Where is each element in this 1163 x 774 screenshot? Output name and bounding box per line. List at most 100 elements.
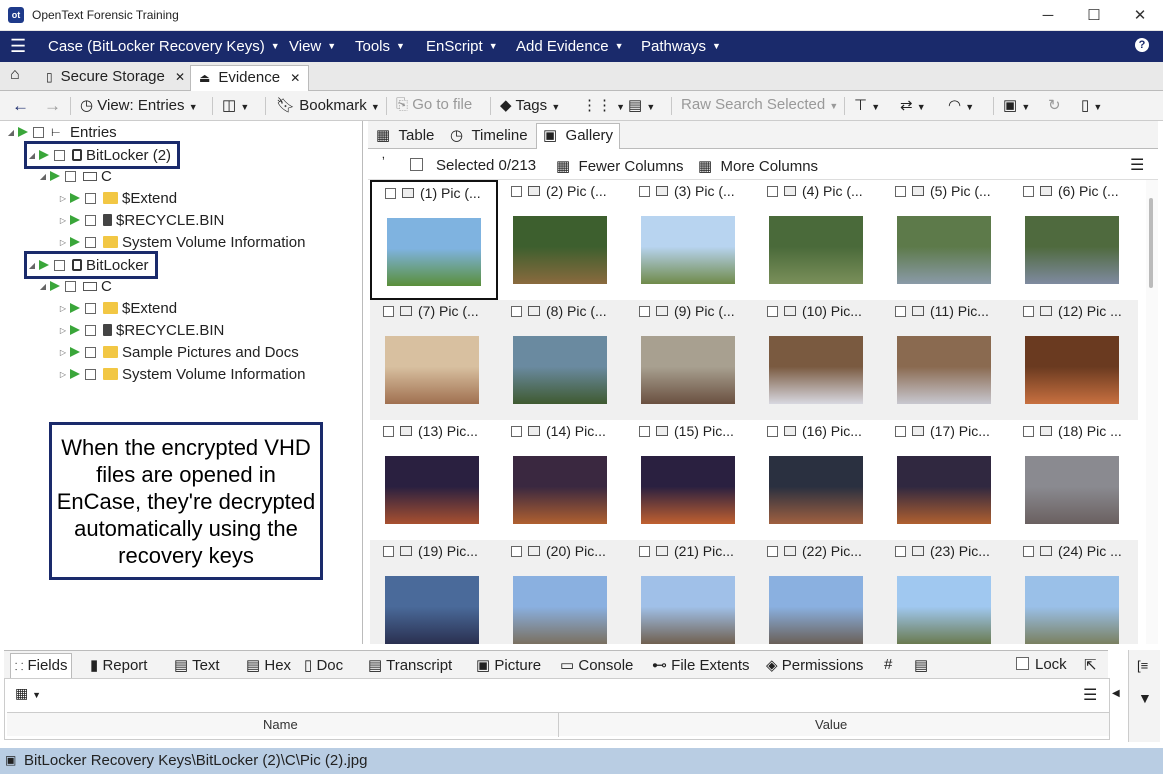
filter-icon[interactable]: ▼ (1138, 690, 1152, 706)
tree-item-recycle-bin[interactable]: ▷ $RECYCLE.BIN (58, 319, 224, 341)
gallery-item[interactable]: (7) Pic (... (370, 300, 498, 420)
gallery-thumbnail[interactable] (513, 216, 607, 284)
popout-icon[interactable]: ⇱ (1084, 656, 1097, 674)
maximize-button[interactable]: ☐ (1071, 0, 1117, 31)
collapse-left-icon[interactable]: ◀ (1112, 688, 1120, 699)
gauge-icon[interactable]: ◠ ▼ (948, 96, 974, 114)
checkbox[interactable] (54, 259, 65, 271)
refresh-icon[interactable]: ↻ (1048, 96, 1061, 114)
gallery-item-checkbox[interactable] (383, 425, 394, 437)
home-icon[interactable]: ⌂ (10, 66, 20, 84)
more-columns-button[interactable]: ▦ More Columns (698, 157, 818, 175)
menu-pathways[interactable]: Pathways ▼ (641, 38, 721, 55)
bookmark-dropdown[interactable]: 🔖︎ Bookmark ▼ (276, 96, 380, 114)
tab-file-extents[interactable]: ⊷ File Extents (652, 656, 750, 674)
gallery-item-checkbox[interactable] (1023, 185, 1034, 197)
gallery-item[interactable]: (10) Pic... (754, 300, 882, 420)
gallery-thumbnail[interactable] (513, 456, 607, 524)
gallery-item[interactable]: (18) Pic ... (1010, 420, 1138, 540)
expand-arrow-icon[interactable]: ▷ (58, 370, 68, 379)
gallery-thumbnail[interactable] (897, 336, 991, 404)
gallery-item[interactable]: (12) Pic ... (1010, 300, 1138, 420)
gallery-item-checkbox[interactable] (1023, 305, 1034, 317)
expand-arrow-icon[interactable]: ▷ (58, 304, 68, 313)
gallery-thumbnail[interactable] (769, 456, 863, 524)
gallery-item-checkbox[interactable] (1023, 545, 1034, 557)
gallery-item-checkbox[interactable] (767, 545, 778, 557)
menu-icon[interactable]: ☰ (1130, 155, 1144, 175)
gallery-item[interactable]: (9) Pic (... (626, 300, 754, 420)
checkbox[interactable] (85, 324, 96, 336)
grid-options-icon[interactable]: ⋮⋮ ▼ (582, 96, 625, 114)
gallery-item-checkbox[interactable] (895, 545, 906, 557)
gallery-thumbnail[interactable] (897, 456, 991, 524)
gallery-item[interactable]: (11) Pic... (882, 300, 1010, 420)
expand-arrow-icon[interactable]: ▷ (58, 194, 68, 203)
gallery-item-checkbox[interactable] (767, 305, 778, 317)
tree-item-extend[interactable]: ▷ $Extend (58, 187, 177, 209)
tree-item-c-drive[interactable]: ◢ C (38, 165, 112, 187)
expand-arrow-icon[interactable]: ▷ (58, 216, 68, 225)
gallery-item-checkbox[interactable] (1023, 425, 1034, 437)
checkbox[interactable] (85, 192, 96, 204)
gallery-item[interactable]: (3) Pic (... (626, 180, 754, 300)
tab-timeline[interactable]: ◷ Timeline (450, 126, 528, 144)
menu-view[interactable]: View ▼ (289, 38, 336, 55)
tab-evidence[interactable]: ⏏ Evidence ✕ (190, 65, 310, 91)
gallery-thumbnail[interactable] (385, 336, 479, 404)
hash-icon[interactable]: # (884, 656, 892, 673)
gallery-thumbnail[interactable] (513, 576, 607, 644)
tree-item-c-drive[interactable]: ◢ C (38, 275, 112, 297)
tab-hex[interactable]: ▤ Hex (246, 656, 291, 674)
gallery-thumbnail[interactable] (641, 576, 735, 644)
gallery-item-checkbox[interactable] (639, 545, 650, 557)
report-icon[interactable]: ▤ ▼ (628, 96, 655, 114)
lock-checkbox[interactable]: Lock (1016, 656, 1067, 673)
tab-secure-storage[interactable]: ▯ Secure Storage ✕ (38, 65, 193, 91)
fewer-columns-button[interactable]: ▦ Fewer Columns (556, 157, 684, 175)
layout-split-icon[interactable]: ◫ ▼ (222, 96, 249, 114)
gallery-item-checkbox[interactable] (639, 425, 650, 437)
select-all-checkbox[interactable] (410, 158, 423, 174)
gallery-thumbnail[interactable] (1025, 336, 1119, 404)
tab-transcript[interactable]: ▤ Transcript (368, 656, 452, 674)
gallery-item-checkbox[interactable] (767, 185, 778, 197)
gallery-item[interactable]: (5) Pic (... (882, 180, 1010, 300)
gallery-item[interactable]: (1) Pic (... (370, 180, 498, 300)
scroll-thumb[interactable] (1149, 198, 1153, 288)
gallery-thumbnail[interactable] (769, 216, 863, 284)
close-window-button[interactable]: ✕ (1117, 0, 1163, 31)
gallery-thumbnail[interactable] (1025, 216, 1119, 284)
vertical-scrollbar[interactable] (1146, 180, 1158, 644)
tab-gallery[interactable]: ▣ Gallery (536, 123, 621, 149)
collapse-arrow-icon[interactable]: ◢ (38, 172, 48, 181)
menu-add-evidence[interactable]: Add Evidence ▼ (516, 38, 624, 55)
share-icon[interactable]: ⇄ ▼ (900, 96, 926, 114)
gallery-item-checkbox[interactable] (895, 185, 906, 197)
gallery-thumbnail[interactable] (897, 216, 991, 284)
gallery-thumbnail[interactable] (385, 576, 479, 644)
gallery-thumbnail[interactable] (1025, 456, 1119, 524)
tab-picture[interactable]: ▣ Picture (476, 656, 541, 674)
help-icon[interactable]: ? (1135, 38, 1149, 52)
gallery-thumbnail[interactable] (1025, 576, 1119, 644)
tab-console[interactable]: ▭ Console (560, 656, 633, 674)
checkbox[interactable] (54, 149, 65, 161)
gallery-item[interactable]: (21) Pic... (626, 540, 754, 644)
export-icon[interactable]: ▯ ▼ (1081, 96, 1102, 114)
go-to-file-button[interactable]: ⎘ Go to file (396, 96, 472, 113)
checkbox[interactable] (65, 280, 76, 292)
gallery-item[interactable]: (17) Pic... (882, 420, 1010, 540)
up-arrow-icon[interactable]: ʼ (382, 154, 385, 169)
bracket-icon[interactable]: [≡ (1137, 658, 1148, 673)
close-tab-icon[interactable]: ✕ (290, 71, 300, 85)
collapse-arrow-icon[interactable]: ◢ (6, 128, 16, 137)
tree-item-extend[interactable]: ▷ $Extend (58, 297, 177, 319)
tree-item-recycle-bin[interactable]: ▷ $RECYCLE.BIN (58, 209, 224, 231)
grid-view-icon[interactable]: ▦ ▼ (15, 685, 41, 702)
gallery-thumbnail[interactable] (641, 456, 735, 524)
collapse-arrow-icon[interactable]: ◢ (38, 282, 48, 291)
tree-item-system-volume-information[interactable]: ▷ System Volume Information (58, 231, 306, 253)
tab-permissions[interactable]: ◈ Permissions (766, 656, 863, 674)
gallery-thumbnail[interactable] (641, 336, 735, 404)
